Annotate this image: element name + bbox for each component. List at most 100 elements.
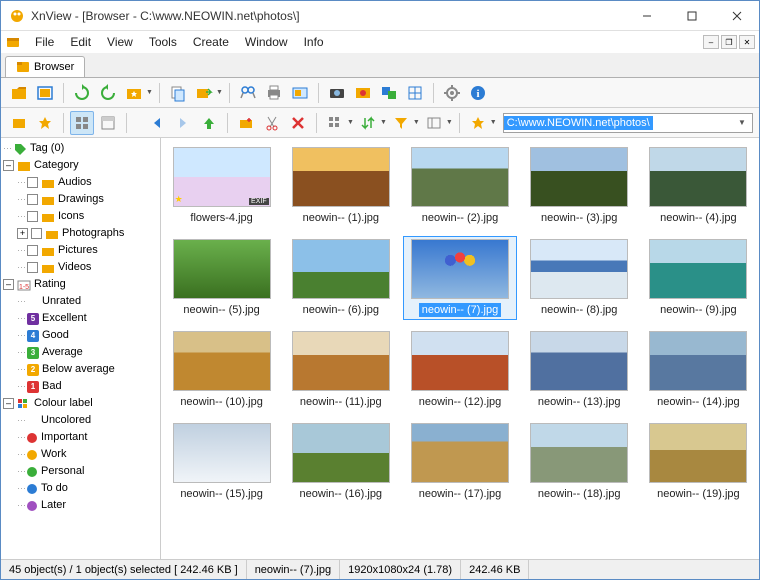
maximize-button[interactable]	[669, 1, 714, 30]
menu-info[interactable]: Info	[296, 33, 332, 51]
sidebar-preview-button[interactable]	[96, 111, 120, 135]
tree-row[interactable]: +Photographs	[3, 225, 158, 242]
thumbnail-item[interactable]: neowin-- (6).jpg	[284, 236, 397, 320]
thumbnail-item[interactable]: neowin-- (2).jpg	[403, 144, 516, 228]
tree-row[interactable]: –1-5Rating	[3, 276, 158, 293]
tree-row[interactable]: ⋯1Bad	[3, 378, 158, 395]
thumbnail-item[interactable]: neowin-- (11).jpg	[284, 328, 397, 412]
thumbnail-item[interactable]: neowin-- (14).jpg	[642, 328, 755, 412]
favorites-folder-button[interactable]	[122, 81, 146, 105]
menu-window[interactable]: Window	[237, 33, 296, 51]
thumbnail-item[interactable]: neowin-- (10).jpg	[165, 328, 278, 412]
thumbnail-area[interactable]: ★EXIFflowers-4.jpgneowin-- (1).jpgneowin…	[161, 138, 759, 559]
nav-forward-button[interactable]	[171, 111, 195, 135]
print-button[interactable]	[262, 81, 286, 105]
capture-button[interactable]	[325, 81, 349, 105]
tree-row[interactable]: –Colour label	[3, 395, 158, 412]
thumbnail-item[interactable]: neowin-- (15).jpg	[165, 420, 278, 504]
thumbnail-item[interactable]: neowin-- (3).jpg	[523, 144, 636, 228]
open-button[interactable]	[7, 81, 31, 105]
mdi-restore-button[interactable]: ❐	[721, 35, 737, 49]
mdi-minimize-button[interactable]: –	[703, 35, 719, 49]
tree-row[interactable]: ⋯Unrated	[3, 293, 158, 310]
nav-up-button[interactable]	[197, 111, 221, 135]
tree-row[interactable]: ⋯To do	[3, 480, 158, 497]
new-folder-button[interactable]	[234, 111, 258, 135]
tree-row[interactable]: –Category	[3, 157, 158, 174]
fullscreen-button[interactable]	[33, 81, 57, 105]
thumbnail-item[interactable]: neowin-- (12).jpg	[403, 328, 516, 412]
checkbox[interactable]	[31, 228, 42, 239]
thumbnail-item[interactable]: ★EXIFflowers-4.jpg	[165, 144, 278, 228]
mdi-close-button[interactable]: ✕	[739, 35, 755, 49]
thumbnail-item[interactable]: neowin-- (16).jpg	[284, 420, 397, 504]
search-button[interactable]	[236, 81, 260, 105]
bookmark-button[interactable]	[466, 111, 490, 135]
tree-toggle-icon[interactable]: –	[3, 398, 14, 409]
tree-row[interactable]: ⋯Important	[3, 429, 158, 446]
tree-row[interactable]: ⋯Work	[3, 446, 158, 463]
tree-toggle-icon[interactable]: –	[3, 279, 14, 290]
tree-row[interactable]: ⋯2Below average	[3, 361, 158, 378]
sidebar-categories-button[interactable]	[70, 111, 94, 135]
tree-row[interactable]: ⋯Personal	[3, 463, 158, 480]
tree-row[interactable]: ⋯Videos	[3, 259, 158, 276]
settings-button[interactable]	[440, 81, 464, 105]
about-button[interactable]: i	[466, 81, 490, 105]
sort-button[interactable]	[356, 111, 380, 135]
batch-convert-button[interactable]	[351, 81, 375, 105]
tree-row[interactable]: ⋯Later	[3, 497, 158, 514]
tree-row[interactable]: ⋯Drawings	[3, 191, 158, 208]
tree-row[interactable]: ⋯3Average	[3, 344, 158, 361]
checkbox[interactable]	[27, 177, 38, 188]
tree-row[interactable]: ⋯Icons	[3, 208, 158, 225]
checkbox[interactable]	[27, 245, 38, 256]
thumbnail-item[interactable]: neowin-- (19).jpg	[642, 420, 755, 504]
checkbox[interactable]	[27, 211, 38, 222]
tree-toggle-icon[interactable]: –	[3, 160, 14, 171]
menu-create[interactable]: Create	[185, 33, 237, 51]
nav-back-button[interactable]	[145, 111, 169, 135]
batch-rename-button[interactable]	[377, 81, 401, 105]
address-dropdown-icon[interactable]: ▼	[734, 118, 750, 127]
sidebar-tree-button[interactable]	[7, 111, 31, 135]
tree-row[interactable]: ⋯Tag (0)	[3, 140, 158, 157]
copy-to-button[interactable]	[166, 81, 190, 105]
thumbnail-item[interactable]: neowin-- (5).jpg	[165, 236, 278, 320]
view-mode-button[interactable]	[323, 111, 347, 135]
slideshow-button[interactable]	[288, 81, 312, 105]
refresh-back-button[interactable]	[96, 81, 120, 105]
cut-button[interactable]	[260, 111, 284, 135]
minimize-button[interactable]	[624, 1, 669, 30]
menu-file[interactable]: File	[27, 33, 62, 51]
layout-button[interactable]	[422, 111, 446, 135]
tree-row[interactable]: ⋯Audios	[3, 174, 158, 191]
address-bar[interactable]: C:\www.NEOWIN.net\photos\ ▼	[503, 113, 753, 133]
menu-edit[interactable]: Edit	[62, 33, 99, 51]
menu-tools[interactable]: Tools	[141, 33, 185, 51]
thumbnail-item[interactable]: neowin-- (7).jpg	[403, 236, 516, 320]
sidebar-favorites-button[interactable]	[33, 111, 57, 135]
checkbox[interactable]	[27, 194, 38, 205]
thumbnail-item[interactable]: neowin-- (18).jpg	[523, 420, 636, 504]
compare-button[interactable]	[403, 81, 427, 105]
tree-toggle-icon[interactable]: +	[17, 228, 28, 239]
delete-button[interactable]	[286, 111, 310, 135]
move-to-button[interactable]	[192, 81, 216, 105]
thumbnail-item[interactable]: neowin-- (8).jpg	[523, 236, 636, 320]
tree-row[interactable]: ⋯Pictures	[3, 242, 158, 259]
thumbnail-item[interactable]: neowin-- (9).jpg	[642, 236, 755, 320]
tab-browser[interactable]: Browser	[5, 56, 85, 77]
thumbnail-item[interactable]: neowin-- (17).jpg	[403, 420, 516, 504]
thumbnail-item[interactable]: neowin-- (4).jpg	[642, 144, 755, 228]
refresh-button[interactable]	[70, 81, 94, 105]
thumbnail-item[interactable]: neowin-- (1).jpg	[284, 144, 397, 228]
tree-row[interactable]: ⋯5Excellent	[3, 310, 158, 327]
tree-row[interactable]: ⋯Uncolored	[3, 412, 158, 429]
thumbnail-item[interactable]: neowin-- (13).jpg	[523, 328, 636, 412]
tree-row[interactable]: ⋯4Good	[3, 327, 158, 344]
close-button[interactable]	[714, 1, 759, 30]
menu-view[interactable]: View	[99, 33, 141, 51]
filter-button[interactable]	[389, 111, 413, 135]
checkbox[interactable]	[27, 262, 38, 273]
